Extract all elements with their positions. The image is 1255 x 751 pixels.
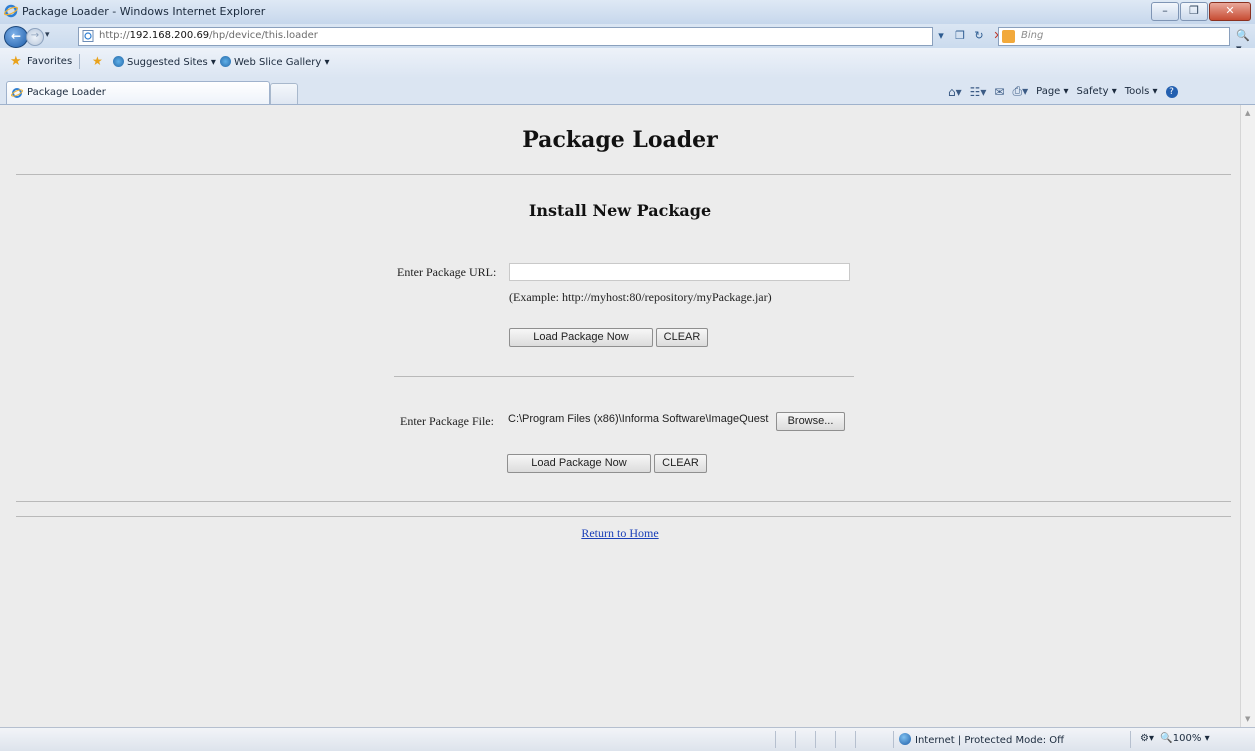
package-url-label: Enter Package URL: bbox=[397, 265, 497, 279]
new-tab-button[interactable] bbox=[270, 83, 298, 104]
status-bar: Internet | Protected Mode: Off ⚙▾ 🔍100% … bbox=[0, 727, 1255, 751]
load-package-file-button[interactable]: Load Package Now bbox=[507, 454, 651, 473]
footer-divider-bottom bbox=[16, 516, 1231, 517]
section-title: Install New Package bbox=[528, 201, 712, 220]
clear-file-button[interactable]: CLEAR bbox=[654, 454, 707, 473]
help-icon[interactable]: ? bbox=[1165, 85, 1178, 98]
favorites-bar: ★ Favorites ★ Suggested Sites ▾ Web Slic… bbox=[0, 48, 1255, 78]
url-path: /hp/device/this.loader bbox=[209, 30, 318, 41]
internet-globe-icon bbox=[899, 733, 911, 745]
status-separator bbox=[835, 731, 836, 748]
package-file-label: Enter Package File: bbox=[400, 414, 494, 428]
window-controls: – ❐ ✕ bbox=[1151, 2, 1251, 21]
compatibility-view-icon[interactable]: ❐ bbox=[952, 28, 968, 44]
restore-icon: ❐ bbox=[1189, 4, 1199, 17]
safety-menu[interactable]: Safety ▾ bbox=[1077, 86, 1117, 97]
favorite-suggested-sites[interactable]: Suggested Sites ▾ bbox=[113, 56, 216, 68]
window-title-bar: Package Loader - Windows Internet Explor… bbox=[0, 0, 1255, 25]
home-icon[interactable]: ⌂▾ bbox=[948, 85, 962, 99]
page-title: Package Loader bbox=[522, 127, 718, 153]
favorites-star-icon[interactable]: ★ bbox=[10, 54, 22, 69]
suggested-sites-icon bbox=[113, 56, 124, 67]
url-host: 192.168.200.69 bbox=[129, 30, 210, 41]
minimize-icon: – bbox=[1162, 4, 1168, 17]
title-divider bbox=[16, 174, 1231, 175]
favorites-button[interactable]: Favorites bbox=[27, 56, 72, 67]
protected-mode-icon: ⚙▾ bbox=[1140, 733, 1154, 744]
scroll-down-icon[interactable]: ▼ bbox=[1245, 715, 1250, 723]
address-tools: ▾ ❐ ↻ ✕ bbox=[933, 28, 1006, 44]
search-box[interactable]: Bing bbox=[998, 27, 1230, 46]
forward-button[interactable]: → bbox=[26, 28, 44, 46]
security-zone-text: Internet | Protected Mode: Off bbox=[915, 735, 1065, 746]
browse-button[interactable]: Browse... bbox=[776, 412, 845, 431]
refresh-icon[interactable]: ↻ bbox=[971, 28, 987, 44]
tab-label: Package Loader bbox=[27, 87, 106, 98]
close-icon: ✕ bbox=[1225, 4, 1235, 17]
recent-pages-dropdown[interactable]: ▾ bbox=[45, 30, 50, 40]
window-title: Package Loader - Windows Internet Explor… bbox=[22, 5, 266, 18]
favorite-label: Web Slice Gallery ▾ bbox=[234, 57, 330, 68]
favorites-separator bbox=[79, 54, 80, 69]
status-separator bbox=[815, 731, 816, 748]
web-slice-icon bbox=[220, 56, 231, 67]
package-url-input[interactable] bbox=[509, 263, 850, 281]
bing-icon bbox=[1002, 30, 1015, 43]
command-bar: ⌂▾ ☷▾ ✉ ⎙▾ Page ▾ Safety ▾ Tools ▾ ? bbox=[948, 84, 1178, 99]
ie-logo-icon bbox=[4, 4, 18, 18]
tab-bar: Package Loader ⌂▾ ☷▾ ✉ ⎙▾ Page ▾ Safety … bbox=[0, 78, 1255, 105]
zoom-level: 100% bbox=[1172, 733, 1202, 744]
back-arrow-icon: ← bbox=[10, 29, 22, 43]
url-text[interactable]: http://192.168.200.69/hp/device/this.loa… bbox=[99, 30, 318, 41]
security-zone[interactable]: Internet | Protected Mode: Off bbox=[899, 733, 1064, 746]
page-icon bbox=[82, 30, 94, 42]
close-window-button[interactable]: ✕ bbox=[1209, 2, 1251, 21]
return-to-home-link[interactable]: Return to Home bbox=[0, 526, 1240, 541]
scroll-up-icon[interactable]: ▲ bbox=[1245, 109, 1250, 117]
feeds-icon[interactable]: ☷▾ bbox=[970, 85, 987, 99]
footer-divider-top bbox=[16, 501, 1231, 502]
ie-tab-icon bbox=[11, 88, 23, 98]
maximize-button[interactable]: ❐ bbox=[1180, 2, 1208, 21]
tools-menu[interactable]: Tools ▾ bbox=[1125, 86, 1158, 97]
load-package-url-button[interactable]: Load Package Now bbox=[509, 328, 653, 347]
back-button[interactable]: ← bbox=[4, 26, 28, 48]
address-bar[interactable]: http://192.168.200.69/hp/device/this.loa… bbox=[78, 27, 933, 46]
status-separator bbox=[775, 731, 776, 748]
section-divider bbox=[394, 376, 854, 377]
status-separator bbox=[893, 731, 894, 748]
page-content: Package Loader Install New Package Enter… bbox=[0, 105, 1240, 727]
zoom-icon: 🔍 bbox=[1160, 733, 1173, 744]
mail-icon[interactable]: ✉ bbox=[994, 85, 1004, 99]
url-scheme: http:// bbox=[99, 30, 130, 41]
package-file-path[interactable]: C:\Program Files (x86)\Informa Software\… bbox=[508, 413, 768, 425]
status-separator bbox=[795, 731, 796, 748]
address-dropdown-icon[interactable]: ▾ bbox=[933, 28, 949, 44]
example-text: (Example: http://myhost:80/repository/my… bbox=[509, 290, 772, 304]
favorite-label: Suggested Sites ▾ bbox=[127, 57, 216, 68]
minimize-button[interactable]: – bbox=[1151, 2, 1179, 21]
zoom-control[interactable]: ⚙▾ 🔍100% ▾ bbox=[1140, 733, 1210, 744]
vertical-scrollbar[interactable]: ▲ ▼ bbox=[1240, 105, 1255, 727]
clear-url-button[interactable]: CLEAR bbox=[656, 328, 708, 347]
page-menu[interactable]: Page ▾ bbox=[1036, 86, 1068, 97]
forward-arrow-icon: → bbox=[30, 30, 40, 41]
favorite-web-slice-gallery[interactable]: Web Slice Gallery ▾ bbox=[220, 56, 330, 68]
search-placeholder: Bing bbox=[1021, 30, 1044, 41]
tab-package-loader[interactable]: Package Loader bbox=[6, 81, 270, 104]
add-to-favorites-icon[interactable]: ★ bbox=[92, 54, 103, 68]
address-toolbar: ← → ▾ http://192.168.200.69/hp/device/th… bbox=[0, 24, 1255, 55]
status-separator bbox=[855, 731, 856, 748]
print-icon[interactable]: ⎙▾ bbox=[1012, 84, 1028, 99]
status-separator bbox=[1130, 731, 1131, 748]
